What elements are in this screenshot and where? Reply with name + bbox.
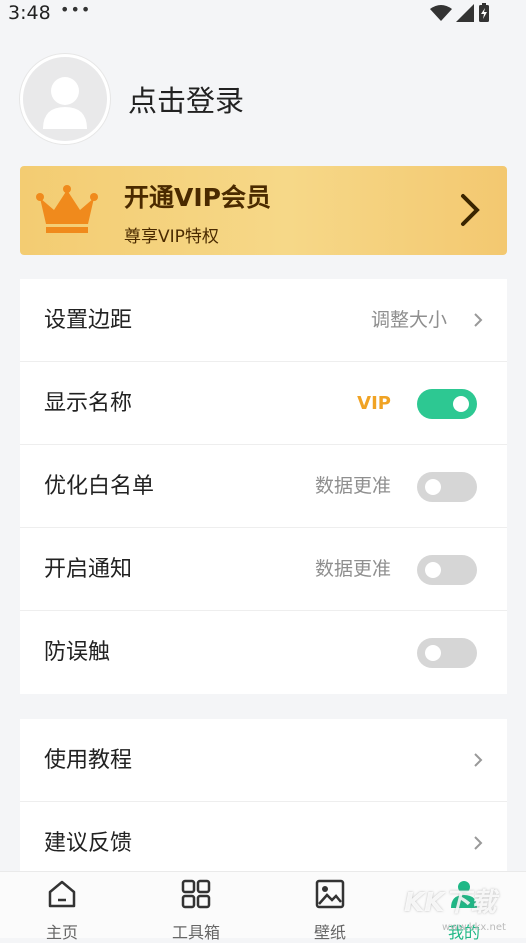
vip-badge: VIP (357, 393, 391, 414)
anti-mistouch-toggle[interactable] (417, 638, 477, 668)
profile-header[interactable]: 点击登录 (20, 54, 244, 144)
toggle-knob (425, 562, 441, 578)
settings-row-hint: 数据更准 (314, 475, 391, 497)
chevron-right-icon (474, 753, 483, 767)
chevron-right-icon (474, 313, 483, 327)
status-bar: 3:48 ••• (0, 0, 526, 28)
chevron-right-icon (461, 194, 480, 226)
notification-toggle[interactable] (417, 555, 477, 585)
toggle-knob (425, 645, 441, 661)
avatar[interactable] (20, 54, 110, 144)
settings-row-label: 开启通知 (44, 557, 133, 582)
settings-row-label: 设置边距 (44, 308, 133, 333)
tab-mine[interactable]: 我的 (414, 872, 514, 942)
settings-row-hint: 数据更准 (314, 558, 391, 580)
login-link[interactable]: 点击登录 (128, 78, 244, 120)
settings-row-tutorial[interactable]: 使用教程 (20, 719, 507, 802)
settings-row-margin[interactable]: 设置边距 调整大小 (20, 279, 507, 362)
signal-icon (456, 4, 474, 22)
tab-label: 工具箱 (171, 923, 220, 942)
settings-row-label: 优化白名单 (44, 474, 155, 499)
toggle-knob (453, 396, 469, 412)
show-name-toggle[interactable] (417, 389, 477, 419)
chevron-right-icon (474, 836, 483, 850)
home-icon (48, 880, 76, 908)
whitelist-toggle[interactable] (417, 472, 477, 502)
settings-card: 设置边距 调整大小 显示名称 VIP 优化白名单 数据更准 开启通知 数据更准 … (20, 279, 507, 694)
person-icon (451, 881, 477, 908)
tab-wallpaper[interactable]: 壁纸 (280, 872, 380, 942)
default-avatar-icon (43, 77, 87, 129)
tab-home[interactable]: 主页 (12, 872, 112, 942)
help-card: 使用教程 建议反馈 (20, 719, 507, 871)
settings-row-notification: 开启通知 数据更准 (20, 528, 507, 611)
settings-row-whitelist: 优化白名单 数据更准 (20, 445, 507, 528)
tab-toolbox[interactable]: 工具箱 (146, 872, 246, 942)
status-notification-dots: ••• (60, 0, 92, 19)
tab-label: 我的 (447, 923, 480, 942)
status-icons (430, 3, 490, 23)
vip-banner[interactable]: 开通VIP会员 尊享VIP特权 (20, 166, 507, 255)
settings-row-label: 使用教程 (44, 748, 133, 773)
settings-row-label: 显示名称 (44, 391, 133, 416)
tab-label: 主页 (45, 923, 78, 942)
vip-subtitle: 尊享VIP特权 (124, 227, 219, 247)
tab-label: 壁纸 (313, 923, 346, 942)
settings-row-anti-mistouch: 防误触 (20, 611, 507, 694)
image-icon (315, 879, 345, 909)
wifi-icon (430, 5, 452, 21)
bottom-tab-bar: 主页 工具箱 壁纸 我的 (0, 871, 526, 942)
settings-row-label: 防误触 (44, 640, 111, 665)
status-time: 3:48 (8, 2, 51, 24)
settings-row-show-name: 显示名称 VIP (20, 362, 507, 445)
crown-icon (36, 185, 98, 233)
vip-title: 开通VIP会员 (124, 183, 271, 212)
grid-icon (181, 879, 211, 909)
settings-row-value: 调整大小 (370, 309, 447, 331)
battery-icon (479, 3, 489, 22)
toggle-knob (425, 479, 441, 495)
